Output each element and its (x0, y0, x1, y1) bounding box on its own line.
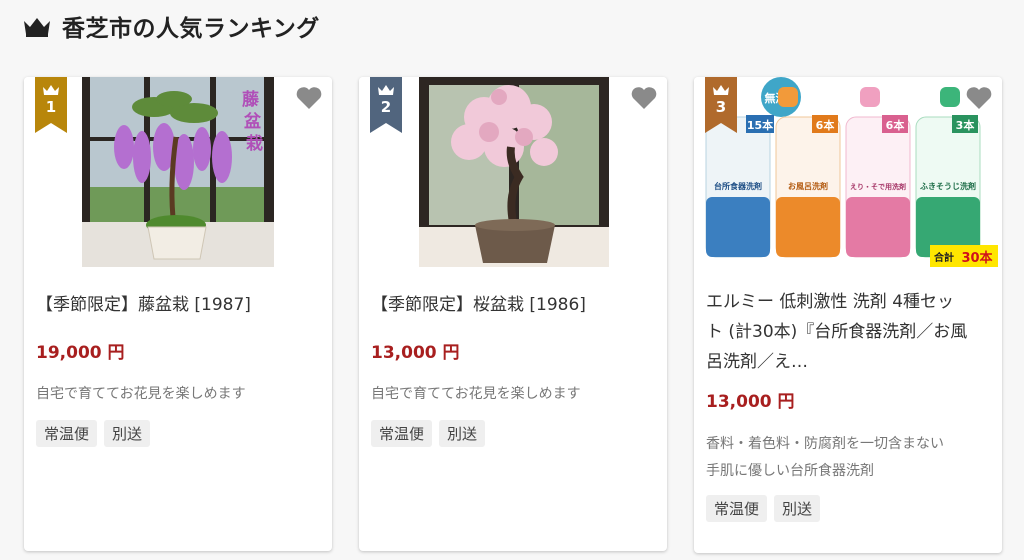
product-price: 13,000 円 (371, 343, 460, 363)
image-text-fuji: 藤 (242, 90, 260, 110)
tag-shipping: 常温便 (706, 495, 768, 522)
product-description: 香料・着色料・防腐剤を一切含まない 手肌に優しい台所食器洗剤 (706, 431, 944, 485)
svg-text:6本: 6本 (816, 118, 835, 132)
favorite-heart-icon[interactable] (294, 83, 324, 113)
tag-list: 常温便 別送 (36, 420, 151, 447)
tag-shipping: 常温便 (36, 420, 98, 447)
product-card-2[interactable]: 2 【季節限定】桜盆栽 [1986] 13,000 円 自宅で育ててお花見を楽し… (359, 77, 667, 551)
svg-text:お風呂洗剤: お風呂洗剤 (788, 181, 828, 191)
product-price: 19,000 円 (36, 343, 125, 363)
svg-text:えり・そで用洗剤: えり・そで用洗剤 (850, 182, 906, 191)
svg-text:栽: 栽 (246, 133, 263, 154)
product-title[interactable]: 【季節限定】桜盆栽 [1986] (371, 290, 586, 320)
product-image-1[interactable]: 藤 盆 栽 (24, 77, 332, 269)
product-card-1[interactable]: 藤 盆 栽 1 【季節限定】藤盆栽 [1987] 19,000 円 自宅で育てて… (24, 77, 332, 551)
product-card-3[interactable]: 無添加 15本 台所食器洗剤 6本 お風呂洗剤 (694, 77, 1002, 553)
product-description-line-2: 手肌に優しい台所食器洗剤 (706, 463, 874, 479)
svg-text:3本: 3本 (956, 118, 975, 132)
image-total-badge: 合計 30本 (930, 245, 998, 267)
tag-separate: 別送 (104, 420, 151, 447)
favorite-heart-icon[interactable] (629, 83, 659, 113)
product-title[interactable]: エルミー 低刺激性 洗剤 4種セッ ト (計30本)『台所食器洗剤／お風 呂洗剤… (706, 287, 967, 377)
product-title-line-2: ト (計30本)『台所食器洗剤／お風 (706, 322, 968, 342)
rank-number: 2 (380, 98, 392, 116)
favorite-heart-icon[interactable] (964, 83, 994, 113)
svg-text:30本: 30本 (961, 250, 992, 266)
svg-text:合計: 合計 (933, 251, 954, 264)
tag-separate: 別送 (439, 420, 486, 447)
bottle-1: 15本 台所食器洗剤 (705, 115, 774, 258)
product-description: 自宅で育ててお花見を楽しめます (371, 386, 581, 402)
crown-icon (24, 18, 50, 37)
tag-list: 常温便 別送 (706, 495, 821, 522)
product-description: 自宅で育ててお花見を楽しめます (36, 386, 246, 402)
tag-shipping: 常温便 (371, 420, 433, 447)
product-title-line-3: 呂洗剤／え… (706, 352, 808, 372)
product-description-line-1: 香料・着色料・防腐剤を一切含まない (706, 436, 944, 452)
page-title: 香芝市の人気ランキング (62, 16, 320, 42)
rank-badge-1: 1 (35, 77, 67, 133)
rank-badge-3: 3 (705, 77, 737, 133)
product-image-2[interactable] (359, 77, 667, 269)
svg-text:台所食器洗剤: 台所食器洗剤 (714, 181, 762, 191)
product-image-3[interactable]: 無添加 15本 台所食器洗剤 6本 お風呂洗剤 (694, 77, 1002, 269)
svg-text:盆: 盆 (243, 111, 262, 132)
tag-list: 常温便 別送 (371, 420, 486, 447)
product-price: 13,000 円 (706, 392, 795, 412)
rank-number: 1 (45, 98, 57, 116)
svg-text:ふきそうじ洗剤: ふきそうじ洗剤 (920, 181, 976, 191)
product-title-line-1: エルミー 低刺激性 洗剤 4種セッ (706, 292, 955, 312)
svg-text:6本: 6本 (886, 118, 905, 132)
page-heading: 香芝市の人気ランキング (22, 8, 320, 44)
product-title[interactable]: 【季節限定】藤盆栽 [1987] (36, 290, 251, 320)
rank-badge-2: 2 (370, 77, 402, 133)
svg-text:15本: 15本 (747, 118, 773, 132)
tag-separate: 別送 (774, 495, 821, 522)
rank-number: 3 (715, 98, 727, 116)
